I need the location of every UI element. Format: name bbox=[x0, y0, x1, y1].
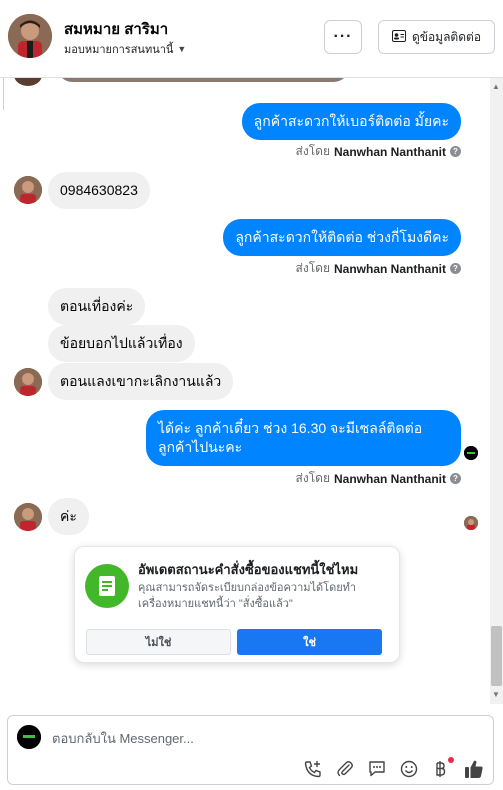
help-icon[interactable]: ? bbox=[450, 263, 461, 274]
sent-by-label: ส่งโดย Nanwhan Nanthanit ? bbox=[296, 469, 461, 488]
scrollbar-thumb[interactable] bbox=[491, 626, 502, 686]
outgoing-message[interactable]: ลูกค้าสะดวกให้เบอร์ติดต่อ มั้ยคะ bbox=[241, 103, 461, 140]
contact-avatar-small[interactable] bbox=[14, 503, 42, 531]
sender-name: Nanwhan Nanthanit bbox=[333, 144, 446, 159]
contact-avatar-small[interactable] bbox=[14, 176, 42, 204]
help-icon[interactable]: ? bbox=[450, 146, 461, 157]
outgoing-message[interactable]: ลูกค้าสะดวกให้ติดต่อ ช่วงกี่โมงดีคะ bbox=[223, 219, 461, 256]
sender-name: Nanwhan Nanthanit bbox=[333, 261, 446, 276]
sender-name: Nanwhan Nanthanit bbox=[333, 471, 446, 486]
conversation-header: สมหมาย สาริมา มอบหมายการสนทนานี้ ▼ ··· ด… bbox=[0, 0, 503, 78]
seen-indicator-avatar bbox=[464, 516, 478, 530]
image-attachment[interactable] bbox=[58, 78, 348, 82]
ellipsis-icon: ··· bbox=[333, 28, 353, 45]
emoji-icon[interactable] bbox=[398, 758, 420, 780]
incoming-message[interactable]: 0984630823 bbox=[48, 172, 150, 209]
caret-down-icon: ▼ bbox=[177, 44, 187, 54]
page-avatar bbox=[17, 725, 41, 749]
no-button[interactable]: ไม่ใช่ bbox=[86, 629, 231, 655]
assign-label: มอบหมายการสนทนานี้ bbox=[64, 44, 174, 56]
outgoing-message[interactable]: ได้ค่ะ ลูกค้าเดี๋ยว ช่วง 16.30 จะมีเซลล์… bbox=[146, 410, 461, 466]
contact-name: สมหมาย สาริมา bbox=[64, 21, 169, 38]
reply-input[interactable] bbox=[52, 731, 352, 746]
contact-avatar-small bbox=[14, 78, 42, 86]
saved-reply-icon[interactable] bbox=[366, 758, 388, 780]
sent-by-label: ส่งโดย Nanwhan Nanthanit ? bbox=[296, 142, 461, 161]
scroll-up-arrow-icon[interactable]: ▲ bbox=[492, 82, 500, 91]
view-contact-info-button[interactable]: ดูข้อมูลติดต่อ bbox=[378, 20, 495, 54]
card-description: คุณสามารถจัดระเบียบกล่องข้อความได้โดยทำเ… bbox=[138, 582, 357, 610]
yes-button[interactable]: ใช่ bbox=[237, 629, 382, 655]
thumbs-up-icon[interactable] bbox=[463, 758, 485, 780]
help-icon[interactable]: ? bbox=[450, 473, 461, 484]
view-contact-info-label: ดูข้อมูลติดต่อ bbox=[411, 29, 482, 44]
contact-card-icon bbox=[391, 29, 406, 45]
sent-by-label: ส่งโดย Nanwhan Nanthanit ? bbox=[296, 259, 461, 278]
contact-avatar-small[interactable] bbox=[14, 368, 42, 396]
contact-avatar[interactable] bbox=[8, 14, 52, 58]
scroll-down-arrow-icon[interactable]: ▼ bbox=[492, 690, 500, 699]
seen-indicator-avatar bbox=[464, 446, 478, 460]
card-title: อัพเดตสถานะคำสั่งซื้อของแชทนี้ใช่ไหม bbox=[138, 562, 359, 577]
notification-dot bbox=[448, 757, 454, 763]
call-add-icon[interactable] bbox=[302, 758, 324, 780]
order-status-card: อัพเดตสถานะคำสั่งซื้อของแชทนี้ใช่ไหม คุณ… bbox=[74, 546, 400, 663]
order-receipt-icon bbox=[85, 564, 129, 608]
incoming-message[interactable]: ตอนแลงเขากะเลิกงานแล้ว bbox=[48, 363, 234, 400]
message-thread[interactable]: ลูกค้าสะดวกให้เบอร์ติดต่อ มั้ยคะ ส่งโดย … bbox=[0, 78, 490, 704]
paperclip-icon[interactable] bbox=[334, 758, 356, 780]
incoming-message[interactable]: ข้อยบอกไปแล้วเทื่อง bbox=[48, 325, 195, 362]
message-composer bbox=[7, 715, 494, 785]
more-options-button[interactable]: ··· bbox=[324, 20, 362, 54]
incoming-message[interactable]: ตอนเที่องค่ะ bbox=[48, 288, 146, 325]
scrollbar[interactable] bbox=[490, 78, 503, 704]
incoming-message[interactable]: ค่ะ bbox=[48, 498, 89, 535]
assign-conversation-dropdown[interactable]: มอบหมายการสนทนานี้ ▼ bbox=[64, 40, 186, 58]
panel-edge bbox=[0, 78, 4, 110]
